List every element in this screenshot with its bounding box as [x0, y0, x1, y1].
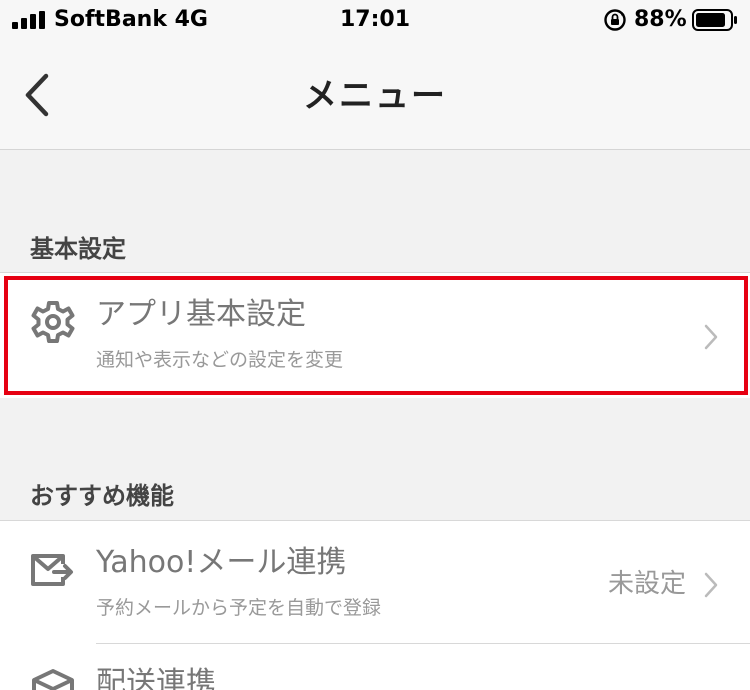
section-header-basic-settings: 基本設定: [30, 235, 126, 263]
row-title: 配送連携: [96, 666, 216, 690]
row-subtitle: 通知や表示などの設定を変更: [96, 349, 344, 371]
status-value: 未設定: [607, 569, 686, 599]
row-title: アプリ基本設定: [96, 297, 306, 332]
chevron-right-icon: [704, 572, 718, 598]
list-item-delivery[interactable]: 配送連携: [0, 644, 750, 690]
page-title: メニュー: [303, 76, 447, 116]
mail-forward-icon: [31, 554, 73, 586]
list-item-yahoo-mail[interactable]: Yahoo!メール連携 予約メールから予定を自動で登録 未設定: [0, 520, 750, 644]
row-title: Yahoo!メール連携: [96, 545, 347, 580]
battery-percentage: 88%: [634, 7, 687, 32]
rotation-lock-icon: [604, 9, 626, 31]
gear-icon: [31, 301, 75, 343]
package-icon: [32, 669, 74, 690]
status-bar: SoftBank 4G 17:01 88%: [0, 0, 750, 40]
battery-icon: [692, 9, 737, 31]
chevron-right-icon: [704, 324, 718, 350]
section-header-recommended: おすすめ機能: [30, 482, 174, 510]
row-subtitle: 予約メールから予定を自動で登録: [96, 597, 382, 619]
list-item-app-settings[interactable]: アプリ基本設定 通知や表示などの設定を変更: [0, 272, 750, 398]
navigation-bar: メニュー: [0, 40, 750, 150]
